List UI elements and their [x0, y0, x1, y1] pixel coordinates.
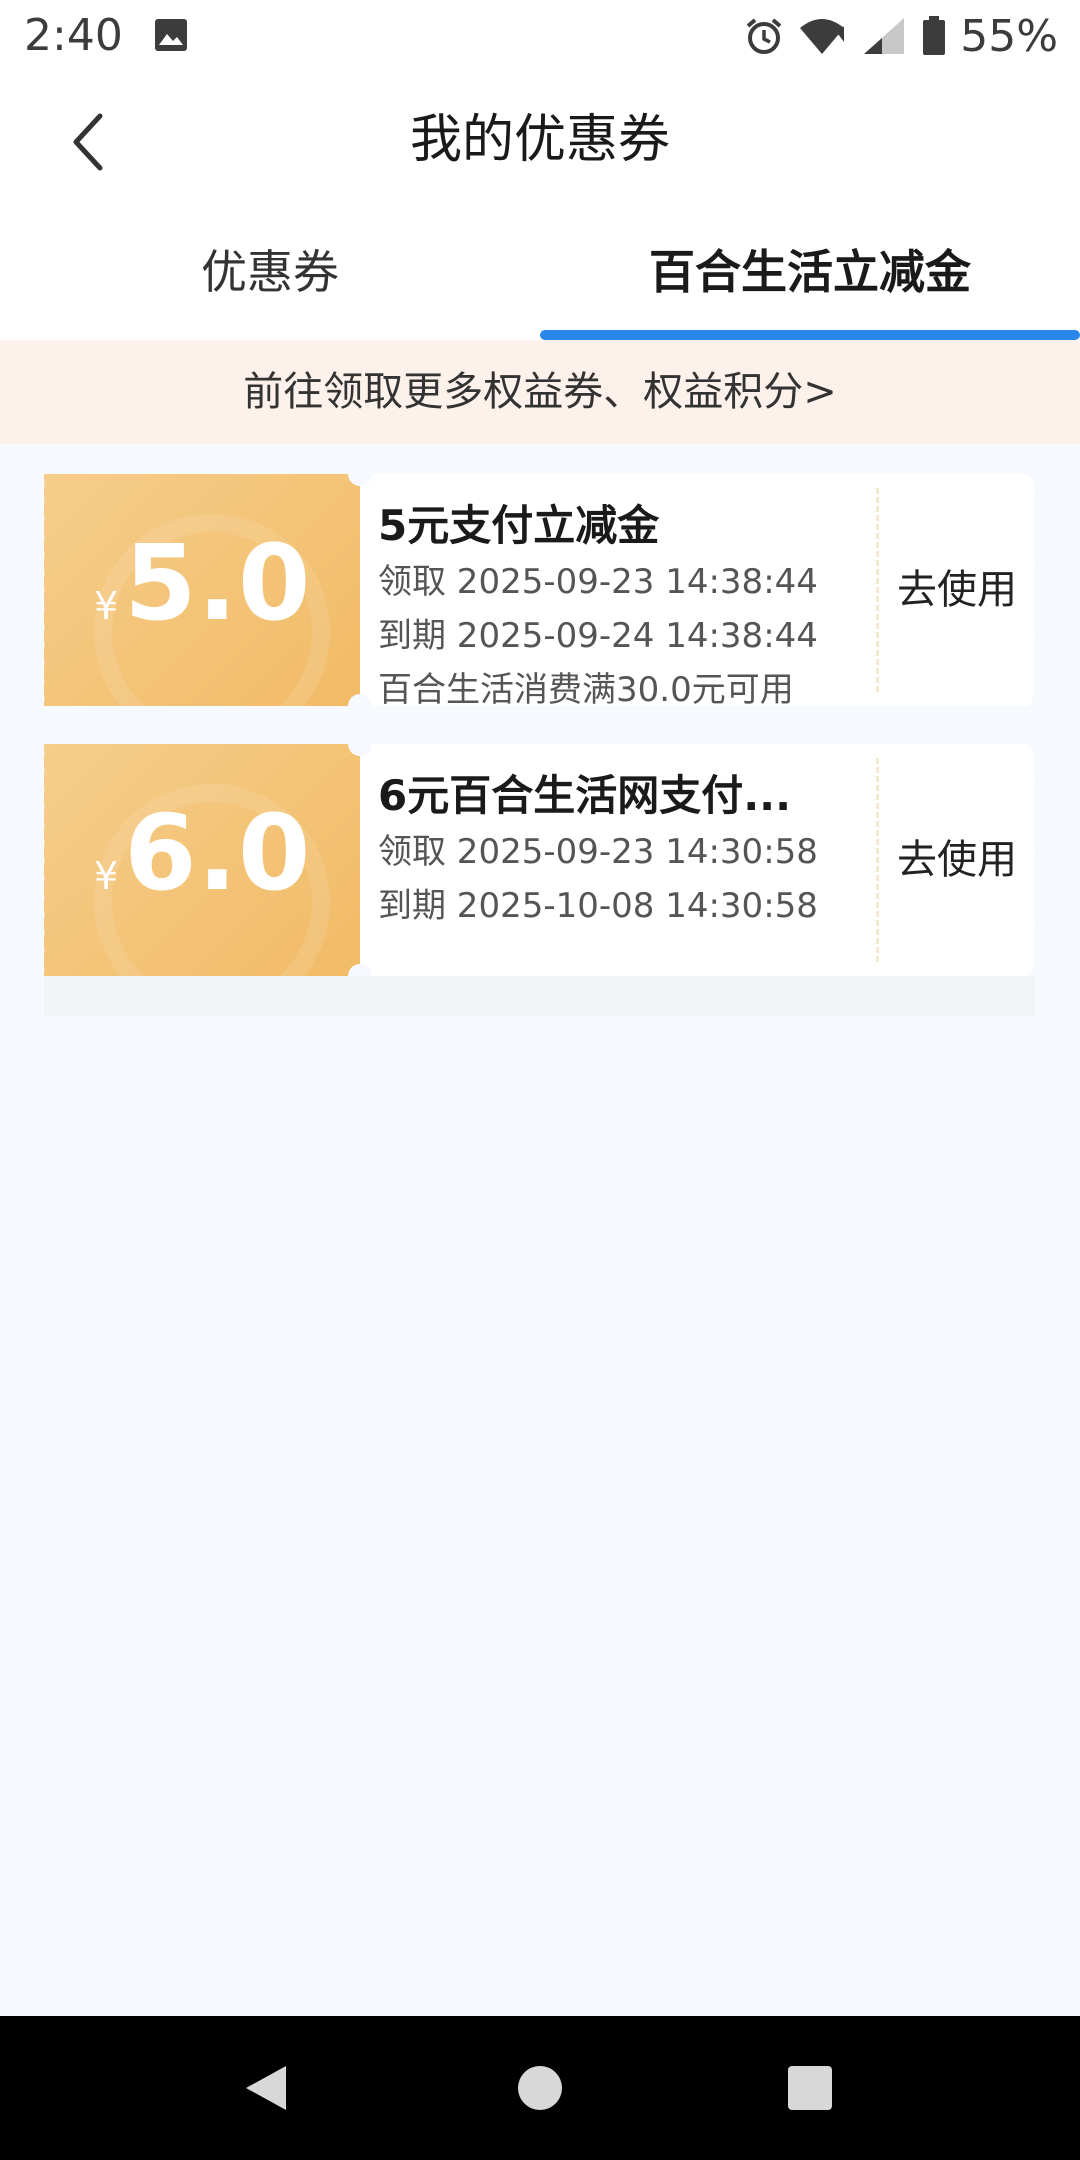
battery-percent: 55% — [960, 10, 1058, 62]
coupon-card: ¥ 6.0 6元百合生活网支付... 领取 2025-09-23 14:30:5… — [44, 732, 1040, 988]
coupon-received-date: 领取 2025-09-23 14:38:44 — [378, 562, 818, 602]
tab-bar: 优惠券 百合生活立减金 — [0, 208, 1080, 340]
coupon-edge-notches — [1028, 744, 1040, 976]
amount-value: 5.0 — [124, 522, 312, 644]
back-triangle-icon — [246, 2066, 286, 2110]
coupon-condition: 百合生活消费满30.0元可用 — [378, 670, 794, 710]
status-icons: 55% — [744, 8, 1058, 64]
home-circle-icon — [518, 2066, 562, 2110]
coupon-edge-notches — [44, 744, 54, 976]
currency-symbol: ¥ — [94, 854, 119, 898]
status-bar: 2:40 55% — [0, 0, 1080, 72]
chevron-left-icon — [73, 113, 103, 171]
coupon-list-bottom-shadow — [44, 976, 1034, 1016]
alarm-icon — [744, 16, 784, 56]
dashed-divider — [876, 488, 879, 692]
recents-square-icon — [788, 2066, 832, 2110]
nav-recents-button[interactable] — [786, 2064, 834, 2112]
use-coupon-button[interactable]: 去使用 — [880, 474, 1034, 706]
use-coupon-button[interactable]: 去使用 — [880, 744, 1034, 976]
promo-banner-link[interactable]: 前往领取更多权益券、权益积分> — [0, 340, 1080, 444]
system-nav-bar — [0, 2016, 1080, 2160]
coupon-amount: ¥ 5.0 — [94, 522, 311, 644]
coupon-card: ¥ 5.0 5元支付立减金 领取 2025-09-23 14:38:44 到期 … — [44, 462, 1040, 718]
coupon-expiry-date: 到期 2025-09-24 14:38:44 — [378, 616, 818, 656]
coupon-amount-panel: ¥ 6.0 — [44, 744, 360, 976]
coupon-title: 5元支付立减金 — [378, 501, 660, 550]
coupon-details: 6元百合生活网支付... 领取 2025-09-23 14:30:58 到期 2… — [360, 744, 1040, 976]
tab-coupon[interactable]: 优惠券 — [0, 208, 540, 340]
back-button[interactable] — [56, 102, 128, 182]
signal-icon — [860, 16, 908, 56]
coupon-bite — [348, 462, 372, 486]
nav-back-button[interactable] — [242, 2064, 290, 2112]
coupon-title: 6元百合生活网支付... — [378, 771, 792, 820]
wifi-icon — [798, 16, 846, 56]
currency-symbol: ¥ — [94, 584, 119, 628]
image-icon — [154, 18, 188, 56]
coupon-amount-panel: ¥ 5.0 — [44, 474, 360, 706]
amount-value: 6.0 — [124, 792, 312, 914]
coupon-amount: ¥ 6.0 — [94, 792, 311, 914]
dashed-divider — [876, 758, 879, 962]
header: 我的优惠券 — [0, 72, 1080, 208]
coupon-bite — [348, 694, 372, 718]
page-title: 我的优惠券 — [409, 110, 670, 170]
tab-instant-discount[interactable]: 百合生活立减金 — [540, 208, 1080, 340]
coupon-bite — [348, 732, 372, 756]
nav-home-button[interactable] — [516, 2064, 564, 2112]
tab-active-indicator — [540, 330, 1080, 340]
coupon-edge-notches — [1028, 474, 1040, 706]
coupon-edge-notches — [44, 474, 54, 706]
coupon-details: 5元支付立减金 领取 2025-09-23 14:38:44 到期 2025-0… — [360, 474, 1040, 710]
coupon-received-date: 领取 2025-09-23 14:30:58 — [378, 832, 818, 872]
coupon-expiry-date: 到期 2025-10-08 14:30:58 — [378, 886, 818, 926]
battery-icon — [922, 16, 946, 56]
status-time: 2:40 — [24, 10, 123, 61]
